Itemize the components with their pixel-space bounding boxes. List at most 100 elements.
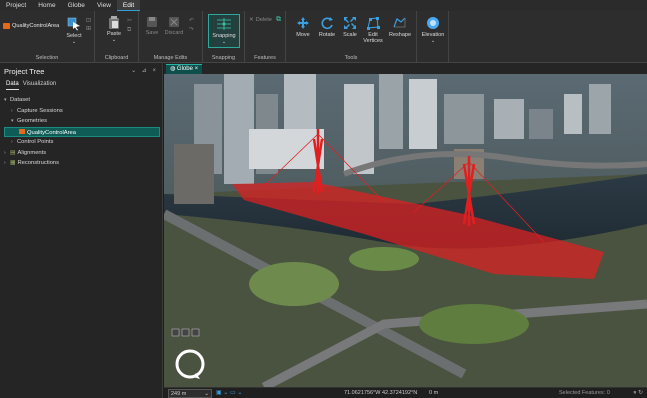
tree-item-capture-sessions[interactable]: › Capture Sessions xyxy=(4,106,160,117)
tree: ▾ Dataset › Capture Sessions ▾ Geometries Q… xyxy=(4,95,160,169)
edit-vertices-label: Edit Vertices xyxy=(363,32,383,44)
snapping-button[interactable]: Snapping ⌄ xyxy=(208,14,240,48)
save-label: Save xyxy=(145,30,159,36)
features-group: ✕ Delete ⧉ Features xyxy=(245,11,286,63)
tab-data[interactable]: Data xyxy=(6,81,19,90)
status-bar: 249 m ⌄ ▣ ⌄ ▭ ⌄ 71.0621756°W 42.3724192°… xyxy=(164,387,647,398)
reconstructions-icon: ▦ xyxy=(10,160,16,166)
elevation-icon xyxy=(427,17,439,29)
tab-visualization[interactable]: Visualization xyxy=(23,81,57,90)
layer-selector[interactable]: QualityControlArea xyxy=(3,23,59,29)
undo-icon[interactable]: ↶ xyxy=(189,17,194,26)
tree-item-alignments[interactable]: › ▤ Alignments xyxy=(4,148,160,159)
move-label: Move xyxy=(296,32,310,38)
discard-label: Discard xyxy=(164,30,184,36)
elevation-button[interactable]: Elevation ⌄ xyxy=(421,16,445,44)
scene-canvas xyxy=(164,74,647,387)
delete-label: Delete xyxy=(255,17,272,23)
chevron-down-icon: ⌄ xyxy=(430,38,436,44)
tree-item-geometries[interactable]: ▾ Geometries xyxy=(4,116,160,127)
cut-icon[interactable]: ✂ xyxy=(127,17,132,26)
discard-button[interactable]: Discard xyxy=(163,16,185,36)
elevation-group: Elevation ⌄ xyxy=(417,11,449,63)
globe-view[interactable] xyxy=(164,74,647,387)
menu-edit[interactable]: Edit xyxy=(116,0,141,11)
tree-item-qualitycontrolarea[interactable]: QualityControlArea xyxy=(4,126,160,137)
project-tree-title: Project Tree xyxy=(4,67,45,76)
chevron-down-icon: ⌄ xyxy=(71,39,77,45)
edit-vertices-button[interactable]: Edit Vertices xyxy=(362,16,384,44)
selected-features-count: Selected Features: 0 xyxy=(559,390,610,396)
tools-group-label: Tools xyxy=(344,55,358,61)
paste-button[interactable]: Paste ⌄ xyxy=(103,16,125,43)
clear-selection-icon[interactable]: ⊡ xyxy=(86,17,91,25)
chevron-down-icon: ⌄ xyxy=(204,391,209,397)
polygon-layer-icon xyxy=(19,129,25,135)
reshape-button[interactable]: Reshape xyxy=(387,16,413,38)
globe-icon: ◍ xyxy=(170,66,176,72)
select-cursor-icon xyxy=(67,17,80,31)
delete-icon: ✕ xyxy=(249,17,254,23)
menu-view[interactable]: View xyxy=(91,0,117,11)
close-icon[interactable]: × xyxy=(195,66,199,72)
tree-item-label: QualityControlArea xyxy=(27,129,76,136)
tree-item-label: Capture Sessions xyxy=(17,107,63,114)
move-icon xyxy=(297,17,309,29)
project-tree-tabs: Data Visualization xyxy=(6,81,56,90)
scale-value: 249 m xyxy=(171,391,187,397)
menu-home[interactable]: Home xyxy=(32,0,61,11)
delete-button[interactable]: ✕ Delete xyxy=(249,17,272,23)
coordinates-readout: 71.0621756°W 42.3724192°N xyxy=(344,390,418,396)
redo-icon[interactable]: ↷ xyxy=(189,26,194,35)
tools-group: Move Rotate Scale Edit Vertices Reshape … xyxy=(286,11,417,63)
rotate-button[interactable]: Rotate xyxy=(316,16,338,38)
move-button[interactable]: Move xyxy=(292,16,314,38)
view-mode-icons[interactable]: ▣ ⌄ ▭ ⌄ xyxy=(216,389,242,396)
clipboard-group-label: Clipboard xyxy=(104,55,129,61)
scale-label: Scale xyxy=(343,32,357,38)
reshape-icon xyxy=(393,17,406,28)
chevron-down-icon: ⌄ xyxy=(221,39,227,45)
project-tree-pane: Project Tree ⌄ ⊿ × Data Visualization ▾ D… xyxy=(0,63,163,398)
menu-globe[interactable]: Globe xyxy=(62,0,91,11)
menu-project[interactable]: Project xyxy=(0,0,32,11)
rotate-icon xyxy=(321,17,333,30)
selection-group-label: Selection xyxy=(35,55,59,61)
edit-vertices-icon xyxy=(367,17,380,30)
tab-globe[interactable]: ◍ Globe × xyxy=(166,64,203,74)
snapping-grid-icon xyxy=(217,18,231,30)
layer-name: QualityControlArea xyxy=(12,23,60,29)
layer-icon xyxy=(3,23,10,29)
scale-icon xyxy=(344,17,356,29)
tree-item-label: Control Points xyxy=(17,139,54,145)
manage-edits-group-label: Manage Edits xyxy=(153,55,188,61)
snapping-group-label: Snapping xyxy=(211,55,236,61)
tree-item-label: Reconstructions xyxy=(17,160,60,166)
discard-icon xyxy=(169,17,179,27)
view-tab-bar: ◍ Globe × xyxy=(164,63,647,74)
alignments-icon: ▤ xyxy=(10,149,16,156)
ribbon: QualityControlArea Select ⌄ ⊡ ⊞ Selectio… xyxy=(0,11,647,63)
copy-icon[interactable]: ⧉ xyxy=(127,26,132,35)
tree-item-dataset[interactable]: ▾ Dataset xyxy=(4,95,160,106)
pane-controls[interactable]: ⌄ ⊿ × xyxy=(131,67,158,74)
scale-button[interactable]: Scale xyxy=(339,16,361,38)
copy-feature-icon[interactable]: ⧉ xyxy=(276,16,281,24)
manage-edits-group: Save Discard ↶ ↷ Manage Edits xyxy=(139,11,203,63)
tab-globe-label: Globe xyxy=(176,66,193,72)
menu-bar: Project Home Globe View Edit xyxy=(0,0,647,11)
elevation-readout: 0 m xyxy=(429,390,439,396)
select-button[interactable]: Select ⌄ xyxy=(63,17,85,45)
status-icons[interactable]: ⏸ ↻ xyxy=(633,389,643,397)
selection-group: QualityControlArea Select ⌄ ⊡ ⊞ Selectio… xyxy=(0,11,95,63)
clipboard-group: Paste ⌄ ✂ ⧉ Clipboard xyxy=(95,11,139,63)
tree-item-reconstructions[interactable]: › ▦ Reconstructions xyxy=(4,158,160,169)
tree-item-control-points[interactable]: › Control Points xyxy=(4,137,160,148)
scale-selector[interactable]: 249 m ⌄ xyxy=(168,389,212,398)
save-button[interactable]: Save xyxy=(143,16,161,36)
save-icon xyxy=(147,17,157,27)
zoom-selection-icon[interactable]: ⊞ xyxy=(86,25,91,33)
tree-item-label: Dataset xyxy=(10,97,30,103)
clipboard-icon xyxy=(109,16,119,29)
snapping-group: Snapping ⌄ Snapping xyxy=(203,11,245,63)
